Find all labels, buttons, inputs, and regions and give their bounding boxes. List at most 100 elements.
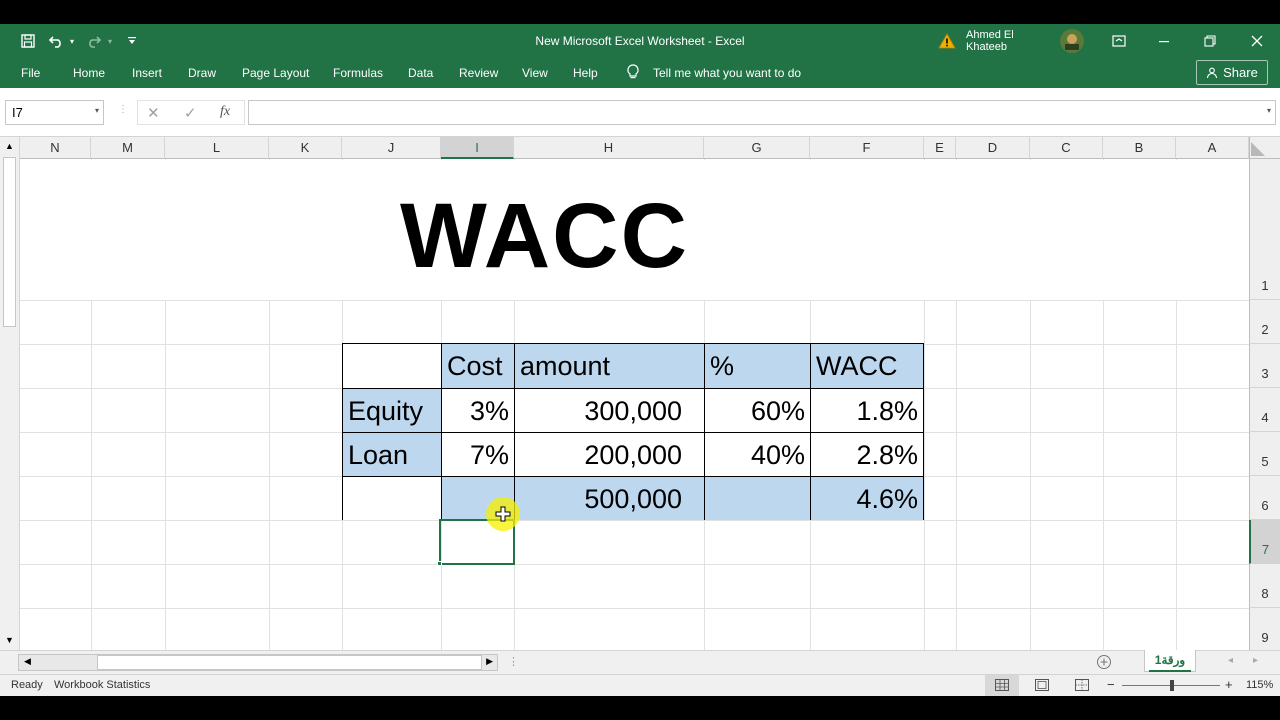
row-header-2[interactable]: 2: [1249, 300, 1280, 344]
vertical-scrollbar[interactable]: ▲ ▼: [0, 137, 20, 650]
tab-insert[interactable]: Insert: [132, 66, 162, 80]
save-icon[interactable]: [16, 24, 40, 58]
scroll-down-icon[interactable]: ▼: [5, 635, 14, 645]
column-header-I[interactable]: I: [441, 137, 514, 159]
select-all-button[interactable]: [1249, 137, 1280, 159]
zoom-level[interactable]: 115%: [1246, 679, 1273, 691]
cell-label-loan[interactable]: Loan: [343, 432, 441, 476]
cell-loan-wacc[interactable]: 2.8%: [810, 432, 923, 476]
next-sheet-icon[interactable]: ▸: [1253, 655, 1258, 666]
column-header-B[interactable]: B: [1103, 137, 1176, 159]
sheet-tab-1[interactable]: ورقة1: [1144, 650, 1196, 672]
warning-icon[interactable]: [937, 24, 957, 58]
column-header-F[interactable]: F: [810, 137, 924, 159]
cancel-icon[interactable]: ✕: [147, 104, 160, 122]
cell-J3[interactable]: [343, 344, 441, 388]
scroll-up-icon[interactable]: ▲: [5, 141, 14, 151]
tab-file[interactable]: File: [21, 66, 40, 80]
cell-label-equity[interactable]: Equity: [343, 388, 441, 432]
formula-input[interactable]: ▾: [248, 100, 1276, 125]
column-header-E[interactable]: E: [924, 137, 956, 159]
row-header-6[interactable]: 6: [1249, 476, 1280, 520]
column-header-M[interactable]: M: [91, 137, 165, 159]
column-header-L[interactable]: L: [165, 137, 269, 159]
cell-total-wacc[interactable]: 4.6%: [810, 476, 923, 520]
tab-splitter-icon[interactable]: ⋮: [508, 655, 519, 668]
tab-page-layout[interactable]: Page Layout: [242, 66, 309, 80]
worksheet-grid[interactable]: N M L K J I H G F E D C B A 1 2 3 4 5 6 …: [0, 137, 1280, 650]
new-sheet-icon[interactable]: [1096, 654, 1112, 670]
prev-sheet-icon[interactable]: ◂: [1228, 655, 1233, 666]
undo-dropdown-icon[interactable]: ▾: [66, 24, 78, 58]
column-header-J[interactable]: J: [342, 137, 441, 159]
cell-header-cost[interactable]: Cost: [441, 344, 514, 388]
tab-home[interactable]: Home: [73, 66, 105, 80]
customize-toolbar-icon[interactable]: [124, 24, 140, 58]
close-icon[interactable]: [1246, 24, 1268, 58]
column-header-D[interactable]: D: [956, 137, 1030, 159]
cell-header-amount[interactable]: amount: [514, 344, 704, 388]
row-header-3[interactable]: 3: [1249, 344, 1280, 388]
row-header-7[interactable]: 7: [1249, 520, 1280, 564]
zoom-out-icon[interactable]: −: [1107, 677, 1115, 692]
share-button[interactable]: Share: [1196, 60, 1268, 85]
cell-total-amount[interactable]: 500,000: [514, 476, 704, 520]
cell-equity-cost[interactable]: 3%: [441, 388, 514, 432]
user-name[interactable]: Ahmed El Khateeb: [966, 24, 1056, 58]
row-header-1[interactable]: 1: [1249, 159, 1280, 300]
restore-icon[interactable]: [1199, 24, 1221, 58]
column-header-C[interactable]: C: [1030, 137, 1103, 159]
tab-data[interactable]: Data: [408, 66, 433, 80]
insert-function-icon[interactable]: fx: [220, 104, 230, 120]
cell-loan-cost[interactable]: 7%: [441, 432, 514, 476]
zoom-in-icon[interactable]: +: [1225, 677, 1233, 692]
horizontal-scroll-thumb[interactable]: [97, 655, 482, 670]
lightbulb-icon[interactable]: [626, 64, 640, 83]
undo-icon[interactable]: [46, 24, 66, 58]
cell-equity-amount[interactable]: 300,000: [514, 388, 704, 432]
cell-J6[interactable]: [343, 476, 441, 520]
avatar[interactable]: [1058, 24, 1086, 58]
cell-G6[interactable]: [704, 476, 810, 520]
row-header-4[interactable]: 4: [1249, 388, 1280, 432]
redo-dropdown-icon[interactable]: ▾: [104, 24, 116, 58]
column-header-A[interactable]: A: [1176, 137, 1249, 159]
scroll-right-icon[interactable]: ▶: [486, 656, 493, 667]
column-header-N[interactable]: N: [20, 137, 91, 159]
column-header-G[interactable]: G: [704, 137, 810, 159]
scroll-left-icon[interactable]: ◀: [24, 656, 31, 667]
name-box-dropdown-icon[interactable]: ▾: [95, 106, 99, 115]
normal-view-button[interactable]: [985, 675, 1019, 696]
row-header-9[interactable]: 9: [1249, 608, 1280, 650]
column-header-K[interactable]: K: [269, 137, 342, 159]
column-header-H[interactable]: H: [514, 137, 704, 159]
cell-equity-wacc[interactable]: 1.8%: [810, 388, 923, 432]
tell-me-search[interactable]: Tell me what you want to do: [653, 66, 801, 80]
cell-header-wacc[interactable]: WACC: [810, 344, 923, 388]
horizontal-scrollbar[interactable]: ◀ ▶: [18, 654, 498, 671]
formula-bar-splitter-icon[interactable]: ⋮: [118, 104, 128, 115]
redo-icon[interactable]: [84, 24, 104, 58]
tab-view[interactable]: View: [522, 66, 548, 80]
fill-handle[interactable]: [437, 561, 442, 566]
tab-draw[interactable]: Draw: [188, 66, 216, 80]
zoom-slider-thumb[interactable]: [1170, 680, 1174, 691]
tab-help[interactable]: Help: [573, 66, 598, 80]
row-header-5[interactable]: 5: [1249, 432, 1280, 476]
cell-loan-amount[interactable]: 200,000: [514, 432, 704, 476]
cell-loan-percent[interactable]: 40%: [704, 432, 810, 476]
name-box[interactable]: I7 ▾: [5, 100, 104, 125]
page-layout-view-icon[interactable]: [1035, 679, 1049, 691]
vertical-scroll-thumb[interactable]: [3, 157, 16, 327]
row-header-8[interactable]: 8: [1249, 564, 1280, 608]
expand-formula-bar-icon[interactable]: ▾: [1267, 106, 1271, 115]
minimize-icon[interactable]: [1153, 24, 1175, 58]
tab-review[interactable]: Review: [459, 66, 498, 80]
page-break-view-icon[interactable]: [1075, 679, 1089, 691]
cell-equity-percent[interactable]: 60%: [704, 388, 810, 432]
ribbon-display-options-icon[interactable]: [1108, 24, 1130, 58]
workbook-statistics-button[interactable]: Workbook Statistics: [54, 679, 150, 691]
cell-header-percent[interactable]: %: [704, 344, 810, 388]
tab-formulas[interactable]: Formulas: [333, 66, 383, 80]
enter-icon[interactable]: ✓: [184, 104, 197, 122]
